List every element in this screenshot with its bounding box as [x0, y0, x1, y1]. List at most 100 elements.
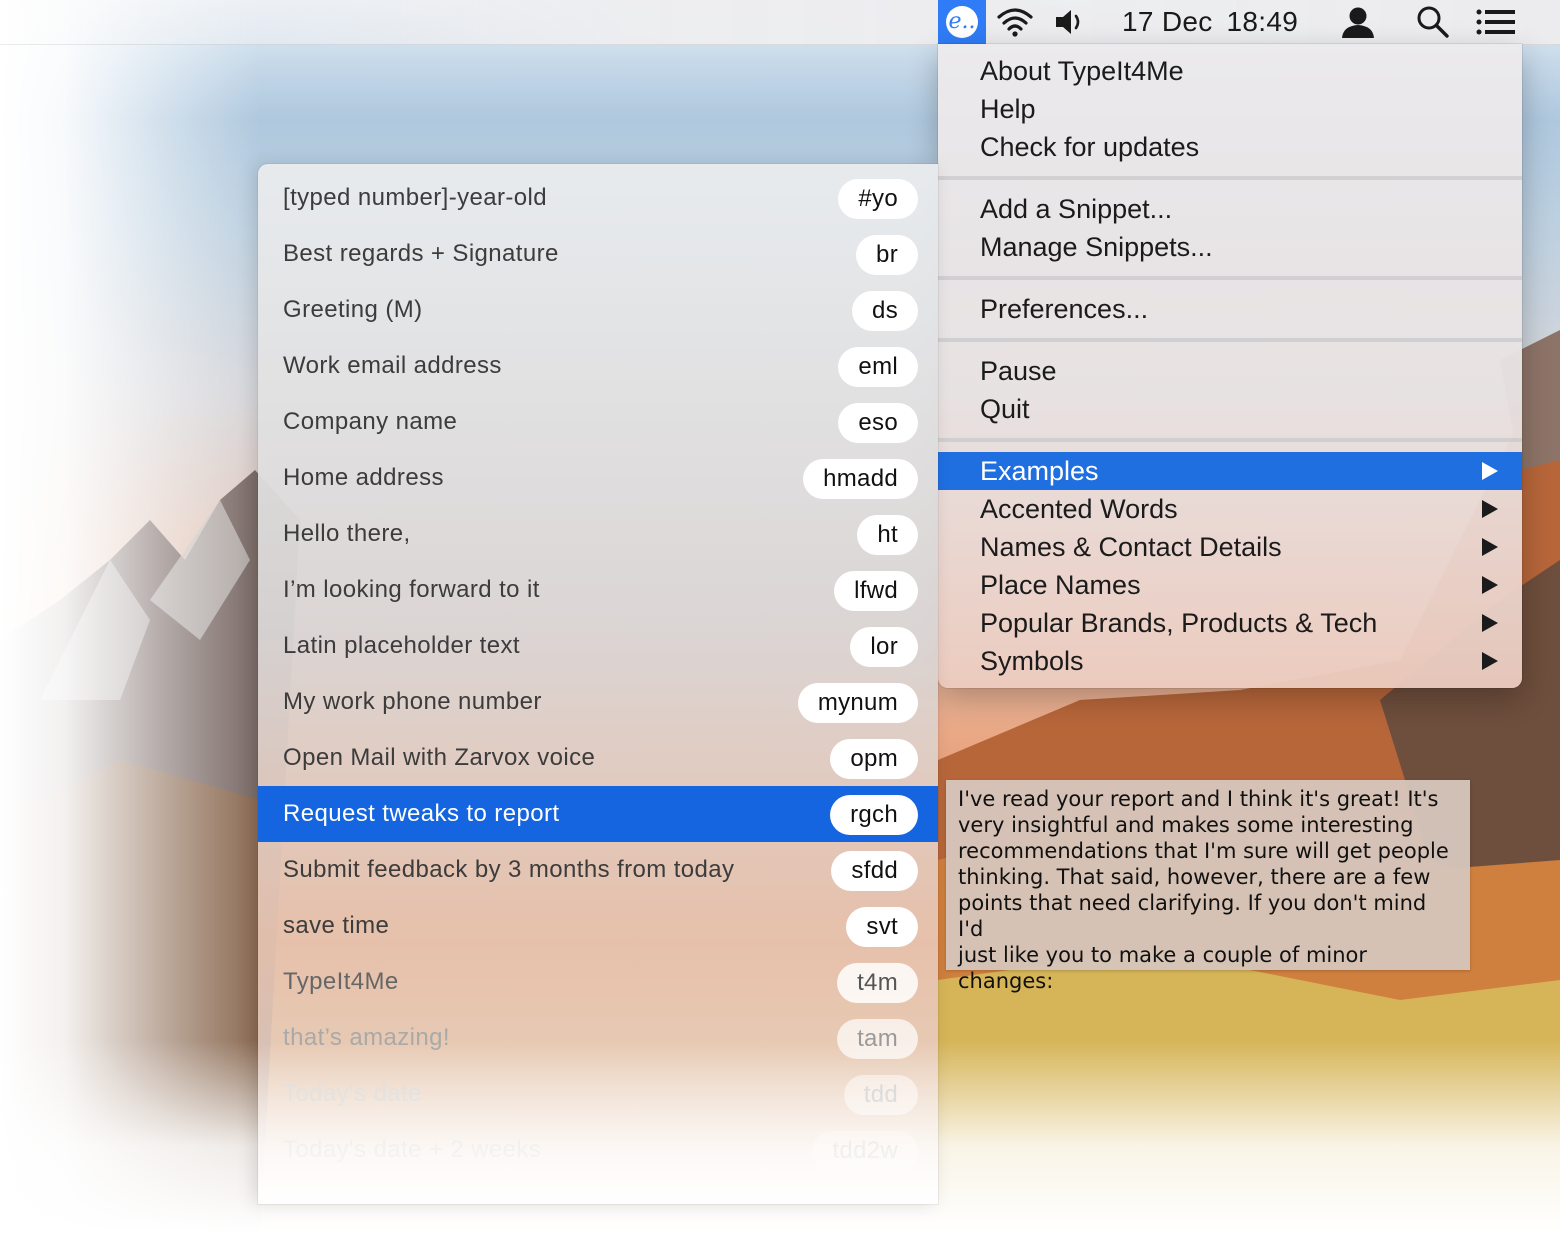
menu-bar: e.. 17 Dec 18:49 — [0, 0, 1560, 45]
snippet-label: Best regards + Signature — [283, 240, 559, 267]
submenu-arrow-icon — [1482, 576, 1498, 594]
snippet-item[interactable]: I’m looking forward to it lfwd — [258, 562, 938, 618]
abbreviation-badge: sfdd — [831, 851, 918, 891]
snippet-label: Open Mail with Zarvox voice — [283, 744, 596, 771]
snippet-label: Today's date + 2 weeks — [283, 1136, 542, 1163]
menu-item-label: Place Names — [980, 570, 1141, 600]
examples-submenu: [typed number]-year-old #yo Best regards… — [258, 164, 938, 1204]
snippet-item[interactable]: Today's date tdd — [258, 1066, 938, 1122]
preview-line: just like you to make a couple of minor — [958, 943, 1368, 967]
typeit4me-icon: e.. — [946, 6, 978, 38]
menu-item-label: Examples — [980, 456, 1099, 486]
snippet-label: that’s amazing! — [283, 1024, 450, 1051]
wifi-icon[interactable] — [992, 0, 1038, 44]
clock-date: 17 Dec — [1122, 6, 1213, 37]
snippet-item-selected[interactable]: Request tweaks to report rgch — [258, 786, 938, 842]
menu-item-label: Names & Contact Details — [980, 532, 1282, 562]
snippet-item[interactable]: Hello there, ht — [258, 506, 938, 562]
preview-line: I've read your report and I think it's g… — [958, 787, 1439, 811]
spotlight-search-icon[interactable] — [1412, 0, 1454, 44]
menu-item-manage-snippets[interactable]: Manage Snippets... — [938, 228, 1522, 266]
clock-time: 18:49 — [1226, 6, 1299, 37]
abbreviation-badge: mynum — [797, 683, 918, 723]
snippet-item[interactable]: Submit feedback by 3 months from today s… — [258, 842, 938, 898]
snippet-item[interactable]: Work email address eml — [258, 338, 938, 394]
volume-icon[interactable] — [1050, 0, 1090, 44]
abbreviation-badge: svt — [846, 907, 918, 947]
submenu-arrow-icon — [1482, 652, 1498, 670]
snippet-item[interactable]: Company name eso — [258, 394, 938, 450]
menu-item-about[interactable]: About TypeIt4Me — [938, 52, 1522, 90]
abbreviation-badge: br — [856, 235, 918, 275]
menu-item-pause[interactable]: Pause — [938, 352, 1522, 390]
menu-item-examples[interactable]: Examples — [938, 452, 1522, 490]
menu-item-preferences[interactable]: Preferences... — [938, 290, 1522, 328]
snippet-label: I’m looking forward to it — [283, 576, 540, 603]
abbreviation-badge: opm — [830, 739, 918, 779]
snippet-item[interactable]: that’s amazing! tam — [258, 1010, 938, 1066]
menu-item-popular-brands[interactable]: Popular Brands, Products & Tech — [938, 604, 1522, 642]
menu-separator — [938, 338, 1522, 342]
menu-item-label: Popular Brands, Products & Tech — [980, 608, 1378, 638]
user-icon[interactable] — [1336, 0, 1380, 44]
snippet-label: TypeIt4Me — [283, 968, 399, 995]
abbreviation-badge: eml — [838, 347, 918, 387]
abbreviation-badge: ht — [857, 515, 918, 555]
snippet-item[interactable]: Today's date + 2 weeks tdd2w — [258, 1122, 938, 1178]
snippet-label: Work email address — [283, 352, 502, 379]
snippet-label: My work phone number — [283, 688, 542, 715]
snippet-item[interactable]: Home address hmadd — [258, 450, 938, 506]
menu-item-symbols[interactable]: Symbols — [938, 642, 1522, 680]
snippet-item[interactable]: [typed number]-year-old #yo — [258, 170, 938, 226]
submenu-arrow-icon — [1482, 614, 1498, 632]
menu-item-check-updates[interactable]: Check for updates — [938, 128, 1522, 166]
abbreviation-badge: lfwd — [834, 571, 918, 611]
snippet-label: Today's date — [283, 1080, 422, 1107]
submenu-arrow-icon — [1482, 462, 1498, 480]
snippet-label: Home address — [283, 464, 444, 491]
abbreviation-badge: tdd — [843, 1075, 918, 1115]
preview-line: thinking. That said, however, there are … — [958, 865, 1431, 889]
snippet-label: Hello there, — [283, 520, 411, 547]
snippet-item[interactable]: TypeIt4Me t4m — [258, 954, 938, 1010]
menu-item-names-contact-details[interactable]: Names & Contact Details — [938, 528, 1522, 566]
snippet-label: Request tweaks to report — [283, 800, 560, 827]
typeit4me-dropdown-menu: About TypeIt4Me Help Check for updates A… — [938, 44, 1522, 688]
snippet-item[interactable]: My work phone number mynum — [258, 674, 938, 730]
snippet-label: [typed number]-year-old — [283, 184, 547, 211]
submenu-arrow-icon — [1482, 500, 1498, 518]
snippet-label: Greeting (M) — [283, 296, 423, 323]
menu-item-label: Symbols — [980, 646, 1084, 676]
menu-item-accented-words[interactable]: Accented Words — [938, 490, 1522, 528]
snippet-item[interactable]: Best regards + Signature br — [258, 226, 938, 282]
menu-item-place-names[interactable]: Place Names — [938, 566, 1522, 604]
abbreviation-badge: hmadd — [803, 459, 918, 499]
abbreviation-badge: lor — [850, 627, 918, 667]
preview-line: changes: — [958, 969, 1054, 993]
abbreviation-badge: rgch — [830, 795, 918, 835]
submenu-arrow-icon — [1482, 538, 1498, 556]
abbreviation-badge: tdd2w — [812, 1131, 918, 1171]
menubar-clock[interactable]: 17 Dec 18:49 — [1122, 0, 1304, 44]
menu-item-label: Accented Words — [980, 494, 1178, 524]
snippet-item[interactable]: Open Mail with Zarvox voice opm — [258, 730, 938, 786]
snippet-label: save time — [283, 912, 390, 939]
abbreviation-badge: ds — [852, 291, 918, 331]
notification-center-icon[interactable] — [1472, 0, 1520, 44]
abbreviation-badge: t4m — [837, 963, 918, 1003]
menu-separator — [938, 176, 1522, 180]
snippet-preview-tooltip: I've read your report and I think it's g… — [946, 780, 1470, 993]
typeit4me-menu-extra[interactable]: e.. — [938, 0, 986, 44]
abbreviation-badge: tam — [837, 1019, 918, 1059]
snippet-item[interactable]: save time svt — [258, 898, 938, 954]
menu-item-help[interactable]: Help — [938, 90, 1522, 128]
snippet-label: Submit feedback by 3 months from today — [283, 856, 735, 883]
snippet-item[interactable]: Latin placeholder text lor — [258, 618, 938, 674]
preview-line: very insightful and makes some interesti… — [958, 813, 1414, 837]
snippet-label: Latin placeholder text — [283, 632, 520, 659]
menu-separator — [938, 276, 1522, 280]
menu-item-add-snippet[interactable]: Add a Snippet... — [938, 190, 1522, 228]
abbreviation-badge: #yo — [838, 179, 918, 219]
snippet-item[interactable]: Greeting (M) ds — [258, 282, 938, 338]
menu-item-quit[interactable]: Quit — [938, 390, 1522, 428]
